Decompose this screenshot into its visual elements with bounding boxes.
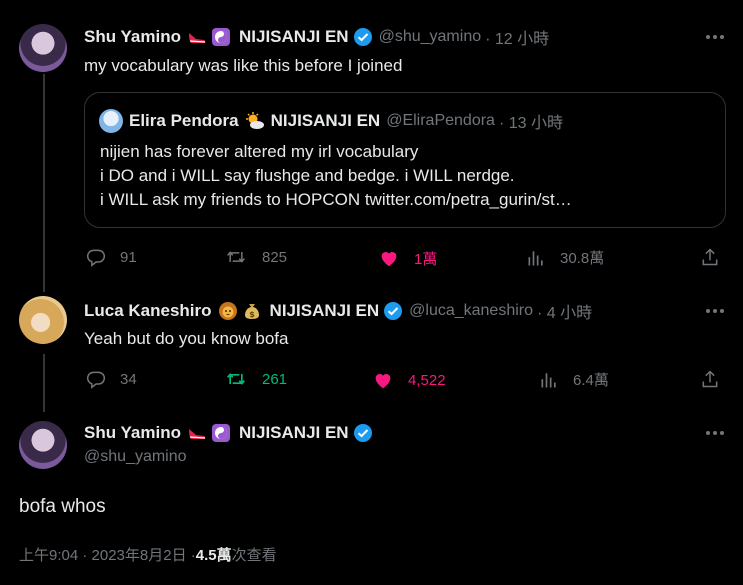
retweet-count: 261 [262,370,288,388]
quote-line: nijien has forever altered my irl vocabu… [100,142,419,161]
tweet-timestamp[interactable]: 上午9:04 · 2023年8月2日 · [19,544,196,565]
reply-icon [86,249,106,267]
avatar-shu[interactable] [19,421,67,469]
svg-text:$: $ [249,310,255,319]
retweet-button[interactable]: 261 [224,369,287,389]
author-handle[interactable]: @luca_kaneshiro [409,302,533,320]
more-options-icon[interactable] [706,309,724,313]
like-count: 4,522 [408,371,446,389]
view-count: 4.5萬 [195,547,232,564]
author-affiliation: NIJISANJI EN [239,27,349,46]
retweet-active-icon [227,373,245,385]
quote-author-name: Elira Pendora [129,111,239,130]
share-icon [702,370,718,388]
yin-yang-icon [211,423,231,443]
reply-count: 91 [120,248,137,266]
tweet-text: bofa whos [19,496,106,517]
author-name[interactable]: Shu Yamino [84,27,181,47]
more-options-icon[interactable] [706,35,724,39]
author-affiliation: NIJISANJI EN [239,423,349,442]
reply-icon [86,371,106,389]
like-button[interactable]: 4,522 [372,369,446,391]
reply-button[interactable]: 91 [86,247,137,267]
avatar-shu[interactable] [19,24,67,72]
retweet-icon [227,251,245,263]
money-bag-emoji-icon: $ [242,301,262,321]
quote-line: i WILL ask my friends to HOPCON twitter.… [100,190,572,209]
tweet-header: Shu Yamino NIJISANJI EN [84,422,373,444]
heart-filled-icon [381,252,397,267]
shoe-emoji-icon [187,27,207,47]
view-count: 30.8萬 [560,250,605,267]
tweet-meta: 上午9:04 · 2023年8月2日 · 4.5萬 次查看 [19,544,277,565]
verified-badge-icon [383,301,403,321]
author-affiliation: NIJISANJI EN [269,301,380,320]
quote-header: Elira Pendora NIJISANJI EN @EliraPendora… [99,109,563,133]
yin-yang-icon [211,27,231,47]
heart-filled-icon [375,374,391,389]
tweet-time[interactable]: · 12 小時 [485,25,549,49]
view-label: 次查看 [231,547,277,564]
lion-emoji-icon [218,301,238,321]
reply-count: 34 [120,370,137,388]
view-count: 6.4萬 [573,372,609,389]
views-button[interactable]: 6.4萬 [539,369,609,390]
share-button[interactable] [700,369,720,389]
quote-text: nijien has forever altered my irl vocabu… [100,140,572,212]
sun-cloud-emoji-icon [245,111,265,131]
tweet-text: Yeah but do you know bofa [84,329,289,348]
author-name[interactable]: Shu Yamino [84,423,181,443]
retweet-button[interactable]: 825 [224,247,287,267]
author-name[interactable]: Luca Kaneshiro [84,301,212,321]
quote-time: · 13 小時 [498,115,563,132]
share-icon [702,248,718,266]
quote-line: i DO and i WILL say flushge and bedge. i… [100,166,515,185]
views-chart-icon [528,250,543,265]
thread-line-1 [43,74,45,292]
like-button[interactable]: 1萬 [378,247,437,269]
shoe-emoji-icon [187,423,207,443]
tweet-header: Shu Yamino NIJISANJI EN @shu_yamino · 12… [84,26,549,48]
quote-author-affiliation: NIJISANJI EN [270,111,381,130]
quoted-tweet-card[interactable]: Elira Pendora NIJISANJI EN @EliraPendora… [84,92,726,228]
author-handle[interactable]: @shu_yamino [379,28,482,46]
tweet-header: Luca Kaneshiro $ NIJISANJI EN @luca_kane… [84,300,592,322]
quote-avatar [99,109,123,133]
avatar-luca[interactable] [19,296,67,344]
thread-line-2 [43,354,45,412]
tweet-time[interactable]: · 4 小時 [537,299,592,323]
verified-badge-icon [353,423,373,443]
reply-button[interactable]: 34 [86,369,137,389]
retweet-count: 825 [262,248,288,266]
share-button[interactable] [700,247,720,267]
author-handle[interactable]: @shu_yamino [84,448,187,466]
tweet-text: my vocabulary was like this before I joi… [84,56,403,75]
verified-badge-icon [353,27,373,47]
like-count: 1萬 [414,250,438,268]
views-button[interactable]: 30.8萬 [526,247,604,268]
more-options-icon[interactable] [706,431,724,435]
views-chart-icon [541,372,556,387]
quote-author-handle: @EliraPendora [386,112,495,129]
